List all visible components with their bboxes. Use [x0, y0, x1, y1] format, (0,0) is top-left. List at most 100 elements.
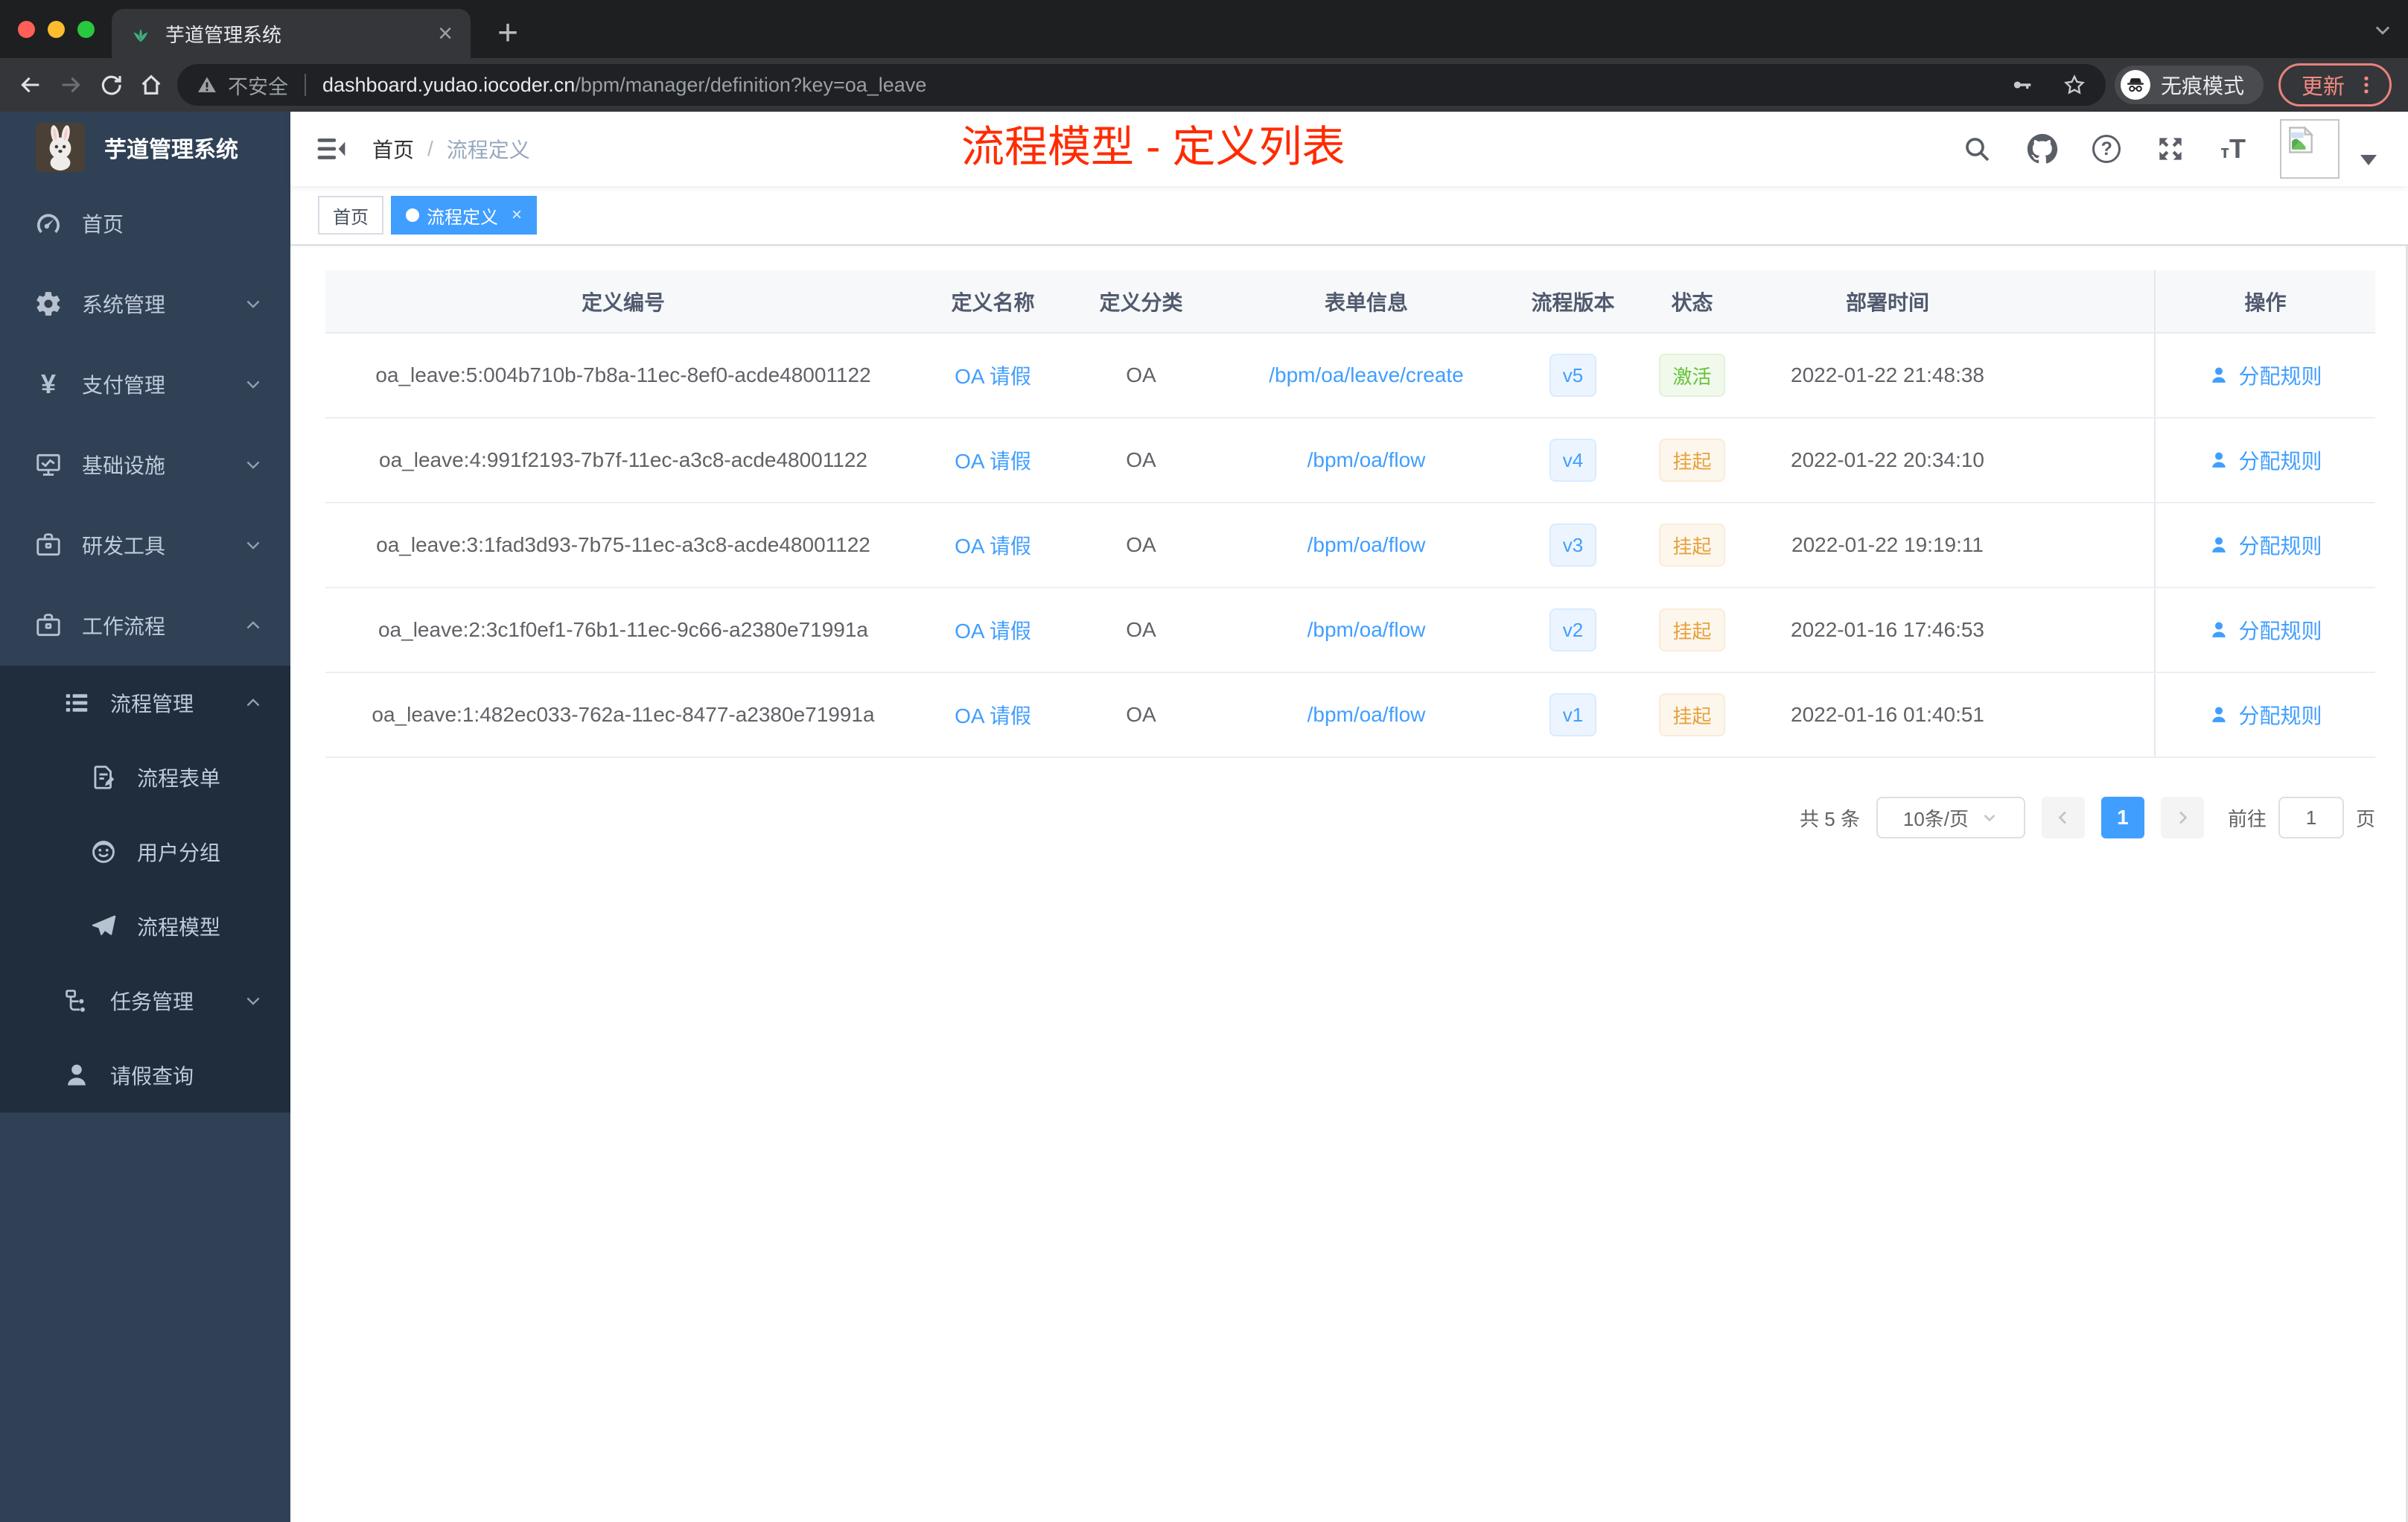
version-badge-cell: v5	[1515, 334, 1631, 417]
form-link[interactable]: /bpm/oa/flow	[1307, 703, 1426, 727]
tag-home[interactable]: 首页	[318, 196, 383, 235]
window-minimize-button[interactable]	[48, 21, 65, 38]
form-link[interactable]: /bpm/oa/flow	[1307, 618, 1426, 642]
tag-process-definition[interactable]: 流程定义 ×	[391, 196, 538, 235]
definition-name-link[interactable]: OA 请假	[955, 445, 1031, 475]
form-link[interactable]: /bpm/oa/flow	[1307, 448, 1426, 472]
search-icon[interactable]	[1961, 133, 1993, 165]
home-icon[interactable]	[131, 65, 171, 105]
form-link[interactable]: /bpm/oa/flow	[1307, 533, 1426, 557]
sidebar-item-用户分组[interactable]: 用户分组	[0, 815, 290, 889]
security-label: 不安全	[228, 75, 288, 98]
table-row: oa_leave:2:3c1f0ef1-76b1-11ec-9c66-a2380…	[325, 588, 2375, 673]
sidebar-item-首页[interactable]: 首页	[0, 183, 290, 264]
new-tab-button[interactable]: +	[485, 10, 530, 55]
page-size-value: 10条/页	[1902, 807, 1969, 830]
chevron-up-icon	[243, 615, 264, 636]
assign-rule-link[interactable]: 分配规则	[2208, 700, 2322, 730]
tag-active-label: 流程定义	[427, 207, 498, 228]
column-header: 定义编号	[581, 290, 665, 314]
form-link[interactable]: /bpm/oa/leave/create	[1269, 363, 1464, 387]
deploy-time-cell: 2022-01-16 17:46:53	[1754, 588, 2022, 672]
status-badge-cell: 激活	[1631, 334, 1754, 417]
definition-name-link-cell: OA 请假	[921, 588, 1065, 672]
page-size-select[interactable]: 10条/页	[1876, 797, 2025, 838]
breadcrumb-home[interactable]: 首页	[372, 134, 414, 164]
url-text[interactable]: dashboard.yudao.iocoder.cn/bpm/manager/d…	[322, 74, 926, 97]
window-close-button[interactable]	[18, 21, 35, 38]
goto-page-input[interactable]	[2278, 797, 2344, 838]
definition-category: OA	[1126, 448, 1156, 471]
user-avatar[interactable]	[2280, 119, 2339, 179]
monitor-chart-icon	[34, 450, 63, 479]
definition-name-link[interactable]: OA 请假	[955, 360, 1031, 390]
url-bar[interactable]: 不安全 dashboard.yudao.iocoder.cn/bpm/manag…	[177, 64, 2106, 106]
tag-close-icon[interactable]: ×	[512, 205, 522, 226]
column-header: 定义分类	[1099, 290, 1183, 314]
tab-close-icon[interactable]: ×	[438, 21, 453, 46]
sidebar-item-请假查询[interactable]: 请假查询	[0, 1038, 290, 1112]
form-link-cell: /bpm/oa/flow	[1217, 673, 1515, 757]
sidebar-item-研发工具[interactable]: 研发工具	[0, 505, 290, 585]
briefcase-icon	[34, 611, 63, 640]
version-badge: v3	[1549, 523, 1597, 567]
assign-rule-link[interactable]: 分配规则	[2208, 615, 2322, 645]
incognito-label: 无痕模式	[2160, 74, 2244, 98]
font-size-icon[interactable]: тT	[2220, 133, 2246, 165]
forward-icon[interactable]	[51, 65, 91, 105]
sidebar-item-工作流程[interactable]: 工作流程	[0, 585, 290, 666]
star-icon[interactable]	[2063, 73, 2086, 97]
form-link-cell: /bpm/oa/flow	[1217, 588, 1515, 672]
avatar-broken-image-icon	[2289, 126, 2313, 153]
page-content: 定义编号 定义名称 定义分类 表单信息 流程版本 状态 部署时间 操作 oa_leave:5:…	[290, 246, 2408, 1522]
definition-name-link[interactable]: OA 请假	[955, 615, 1031, 645]
sidebar-item-流程模型[interactable]: 流程模型	[0, 889, 290, 964]
sidebar-item-流程表单[interactable]: 流程表单	[0, 740, 290, 815]
assign-rule-link-cell: 分配规则	[2154, 588, 2375, 672]
key-icon[interactable]	[2010, 73, 2034, 97]
definition-name-link[interactable]: OA 请假	[955, 700, 1031, 730]
assign-rule-link[interactable]: 分配规则	[2208, 360, 2322, 390]
active-dot-icon	[406, 208, 419, 222]
prev-page-button[interactable]	[2041, 797, 2085, 838]
definition-id: oa_leave:5:004b710b-7b8a-11ec-8ef0-acde4…	[375, 363, 871, 386]
tab-leaf-favicon-icon	[130, 22, 152, 45]
user-icon	[2212, 537, 2226, 553]
page-number-button[interactable]: 1	[2100, 797, 2144, 838]
browser-update-button[interactable]: 更新	[2278, 63, 2392, 106]
sidebar-logo[interactable]: 芋道管理系统	[0, 112, 290, 183]
definition-id-cell: oa_leave:2:3c1f0ef1-76b1-11ec-9c66-a2380…	[325, 588, 921, 672]
window-zoom-button[interactable]	[77, 21, 95, 38]
github-icon[interactable]	[2027, 133, 2058, 165]
sidebar-item-任务管理[interactable]: 任务管理	[0, 964, 290, 1038]
browser-tab[interactable]: 芋道管理系统 ×	[112, 9, 471, 58]
version-badge: v5	[1549, 354, 1597, 397]
column-header: 定义名称	[951, 290, 1035, 314]
filler-cell-cell	[2022, 503, 2154, 587]
definition-id: oa_leave:3:1fad3d93-7b75-11ec-a3c8-acde4…	[376, 533, 870, 556]
caret-down-icon[interactable]	[2360, 155, 2377, 165]
help-icon[interactable]: ?	[2092, 135, 2121, 163]
assign-rule-link-cell: 分配规则	[2154, 503, 2375, 587]
next-page-button[interactable]	[2160, 797, 2204, 838]
status-badge: 挂起	[1659, 693, 1725, 736]
sidebar-item-流程管理[interactable]: 流程管理	[0, 666, 290, 740]
assign-rule-link[interactable]: 分配规则	[2208, 445, 2322, 475]
sidebar-item-基础设施[interactable]: 基础设施	[0, 424, 290, 505]
definition-category: OA	[1126, 703, 1156, 726]
fullscreen-icon[interactable]	[2155, 133, 2186, 165]
sidebar-item-系统管理[interactable]: 系统管理	[0, 264, 290, 344]
logo-avatar	[36, 123, 85, 172]
column-header: 部署时间	[1845, 290, 1929, 314]
reload-icon[interactable]	[91, 65, 131, 105]
tab-search-icon[interactable]	[2372, 19, 2393, 40]
tab-strip: 芋道管理系统 × +	[0, 0, 2408, 58]
definition-name-link[interactable]: OA 请假	[955, 530, 1031, 560]
back-icon[interactable]	[10, 65, 51, 105]
definition-category-cell: OA	[1065, 503, 1217, 587]
hamburger-icon[interactable]	[316, 133, 347, 165]
user-icon	[2212, 452, 2226, 468]
security-status[interactable]: 不安全	[197, 71, 288, 100]
sidebar-item-支付管理[interactable]: ¥ 支付管理	[0, 344, 290, 424]
assign-rule-link[interactable]: 分配规则	[2208, 530, 2322, 560]
